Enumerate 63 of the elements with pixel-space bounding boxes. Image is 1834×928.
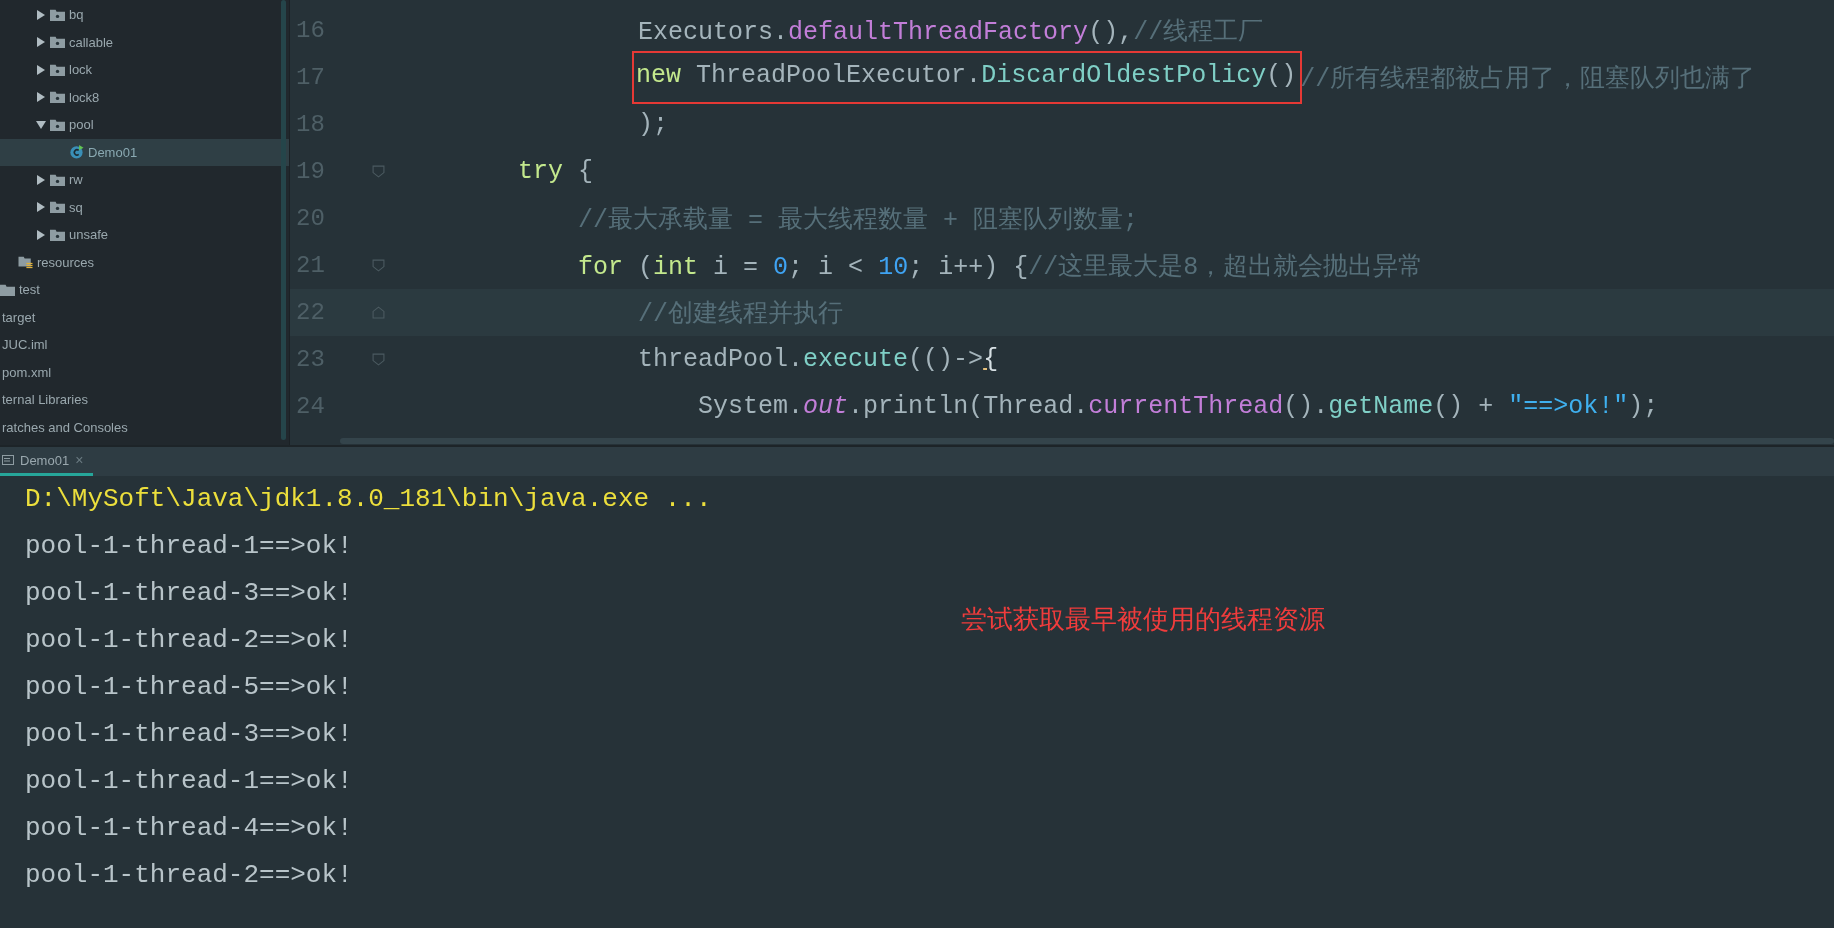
collapsed-arrow-icon[interactable] (36, 37, 46, 48)
scrollbar[interactable] (281, 0, 286, 440)
console-tab[interactable]: Demo01 × (0, 447, 94, 476)
tree-item[interactable]: test (0, 276, 289, 304)
tree-item[interactable]: unsafe (0, 221, 289, 249)
code-text: ); (638, 110, 669, 139)
console-line: pool-1-thread-1==>ok! (25, 530, 353, 563)
code-text: System.out.println(Thread.currentThread().getName() + "==>ok!"); (698, 392, 1659, 421)
highlight-box: new ThreadPoolExecutor.DiscardOldestPolicy() (634, 53, 1301, 102)
tree-item[interactable]: ternal Libraries (0, 386, 289, 414)
code-text: for (int i = 0; i < 10; i++) {//这里最大是8，超出就会抛出异常 (578, 252, 1424, 282)
tree-item[interactable]: bq (0, 1, 289, 29)
resources-folder-icon (18, 255, 33, 270)
collapsed-arrow-icon[interactable] (36, 174, 46, 185)
console-line: pool-1-thread-4==>ok! (25, 812, 353, 845)
code-text: //最大承载量 = 最大线程数量 + 阻塞队列数量; (578, 205, 1139, 235)
console-icon (2, 454, 14, 466)
class-icon (69, 145, 84, 160)
fold-marker-icon[interactable] (371, 353, 385, 366)
console-line: pool-1-thread-3==>ok! (25, 718, 353, 751)
collapsed-arrow-icon[interactable] (36, 9, 46, 20)
code-text: //创建线程并执行 (638, 299, 844, 329)
expanded-arrow-icon[interactable] (36, 119, 46, 130)
code-text: try { (518, 157, 594, 186)
package-folder-icon (50, 172, 65, 187)
collapsed-arrow-icon[interactable] (36, 202, 46, 213)
console-line: pool-1-thread-2==>ok! (25, 624, 353, 657)
console-line: pool-1-thread-1==>ok! (25, 765, 353, 798)
tree-item[interactable]: rw (0, 166, 289, 194)
package-folder-icon (50, 62, 65, 77)
console-line: D:\MySoft\Java\jdk1.8.0_181\bin\java.exe ... (25, 483, 712, 516)
tree-item[interactable]: pom.xml (0, 358, 289, 386)
fold-marker-icon[interactable] (371, 306, 385, 319)
scrollbar[interactable] (340, 438, 1834, 444)
code-text: threadPool.execute(()->{ (638, 345, 999, 374)
tree-item[interactable]: target (0, 303, 289, 331)
collapsed-arrow-icon[interactable] (36, 229, 46, 240)
collapsed-arrow-icon[interactable] (36, 64, 46, 75)
fold-marker-icon[interactable] (371, 165, 385, 178)
package-folder-icon (50, 117, 65, 132)
tree-item[interactable]: lock (0, 56, 289, 84)
code-text: Executors.defaultThreadFactory(),//线程工厂 (638, 17, 1264, 47)
folder-icon (0, 282, 15, 297)
code-text: //所有线程都被占用了，阻塞队列也满了 (1300, 64, 1756, 94)
annotation-text: 尝试获取最早被使用的线程资源 (961, 603, 1325, 636)
tree-item[interactable]: lock8 (0, 83, 289, 111)
package-folder-icon (50, 90, 65, 105)
collapsed-arrow-icon[interactable] (36, 92, 46, 103)
tree-item[interactable]: ratches and Consoles (0, 413, 289, 441)
tree-item[interactable]: JUC.iml (0, 331, 289, 359)
package-folder-icon (50, 35, 65, 50)
tree-item[interactable]: callable (0, 28, 289, 56)
console-line: pool-1-thread-5==>ok! (25, 671, 353, 704)
package-folder-icon (50, 227, 65, 242)
tree-item[interactable]: Demo01 (0, 138, 289, 166)
package-folder-icon (50, 7, 65, 22)
console-line: pool-1-thread-2==>ok! (25, 859, 353, 892)
console-line: pool-1-thread-3==>ok! (25, 577, 353, 610)
tree-item[interactable]: pool (0, 111, 289, 139)
tree-item[interactable]: resources (0, 248, 289, 276)
tree-item[interactable]: sq (0, 193, 289, 221)
fold-marker-icon[interactable] (371, 259, 385, 272)
package-folder-icon (50, 200, 65, 215)
